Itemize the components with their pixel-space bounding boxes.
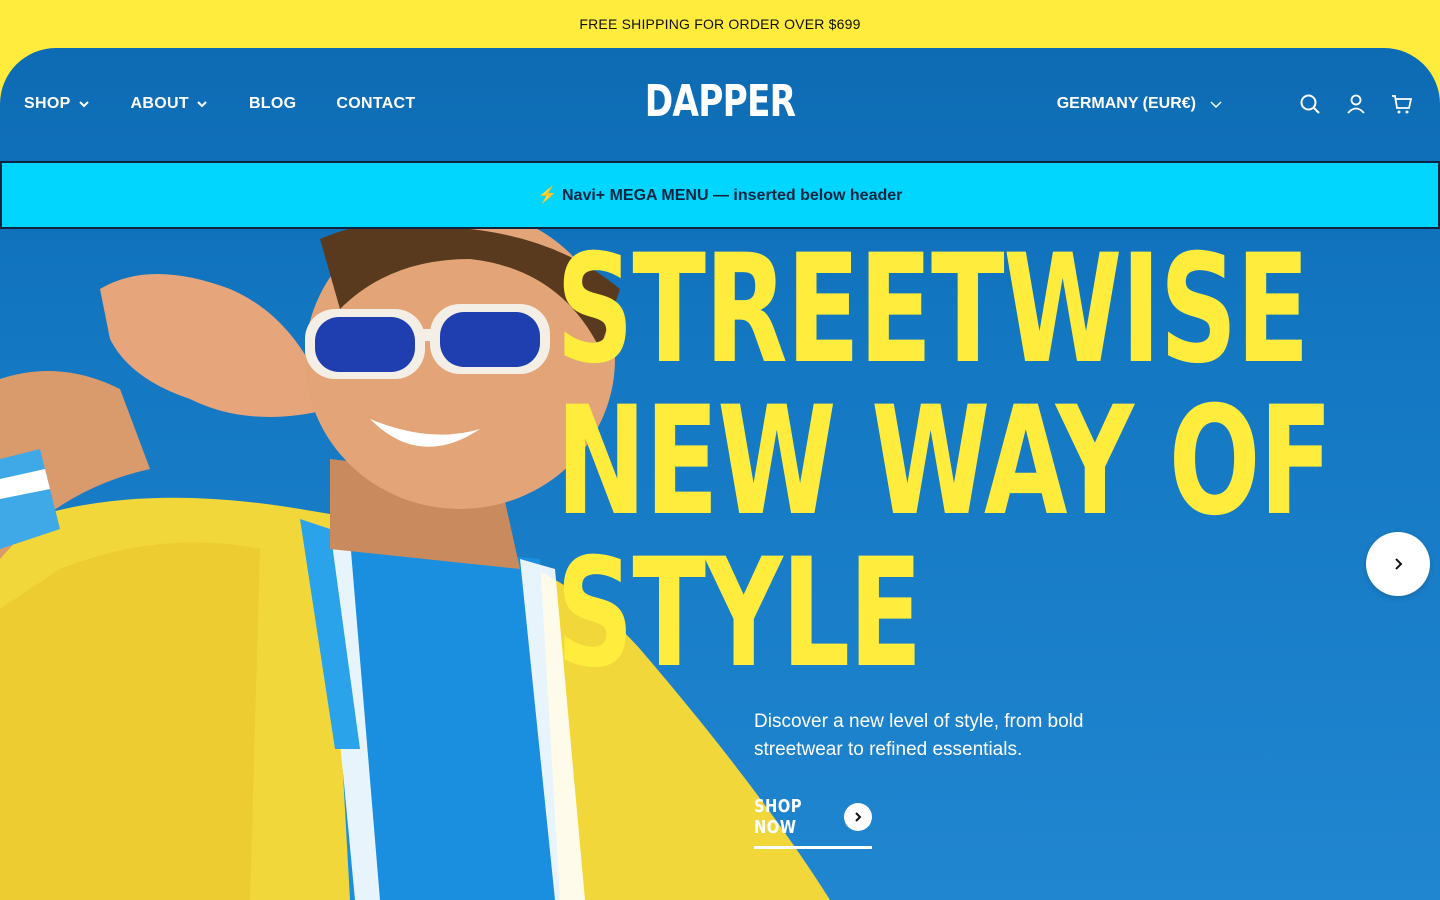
shop-now-label: SHOP NOW [754, 796, 802, 838]
hero-subtitle: Discover a new level of style, from bold… [754, 711, 1084, 760]
mega-menu-text: ⚡ Navi+ MEGA MENU — inserted below heade… [537, 187, 903, 204]
locale-selector[interactable]: GERMANY (EUR€) [1057, 95, 1224, 113]
nav-about[interactable]: ABOUT [131, 95, 209, 113]
cart-icon[interactable] [1390, 92, 1414, 116]
search-icon[interactable] [1298, 92, 1322, 116]
chevron-down-icon [1208, 96, 1224, 112]
mega-menu-bar[interactable]: ⚡ Navi+ MEGA MENU — inserted below heade… [0, 161, 1440, 229]
hero-section: SHOP ABOUT BLOG CONTACT DAPPER GERMANY (… [0, 48, 1440, 900]
carousel-next-button[interactable] [1366, 532, 1430, 596]
account-icon[interactable] [1344, 92, 1368, 116]
site-logo[interactable]: DAPPER [645, 78, 796, 126]
chevron-down-icon [195, 97, 209, 111]
chevron-right-icon [1391, 557, 1405, 571]
shop-now-button[interactable]: SHOP NOW [754, 796, 872, 849]
hero-headline: STREETWISE NEW WAY OF STYLE [556, 223, 1333, 701]
announcement-bar: FREE SHIPPING FOR ORDER OVER $699 [0, 0, 1440, 48]
headline-line-2: NEW WAY OF [556, 375, 1333, 549]
nav-about-label: ABOUT [130, 95, 189, 112]
headline-line-3: STYLE [556, 527, 923, 701]
nav-contact[interactable]: CONTACT [336, 95, 415, 113]
announcement-text: FREE SHIPPING FOR ORDER OVER $699 [579, 16, 861, 32]
nav-shop[interactable]: SHOP [24, 95, 91, 113]
header-tools: GERMANY (EUR€) [1057, 48, 1414, 160]
locale-label: GERMANY (EUR€) [1056, 95, 1196, 112]
nav-blog-label: BLOG [248, 95, 297, 112]
headline-line-1: STREETWISE [556, 223, 1310, 397]
nav-blog[interactable]: BLOG [249, 95, 296, 113]
main-nav: SHOP ABOUT BLOG CONTACT [24, 95, 455, 113]
chevron-down-icon [77, 97, 91, 111]
nav-shop-label: SHOP [24, 95, 71, 112]
chevron-right-icon [844, 803, 872, 831]
nav-contact-label: CONTACT [336, 95, 416, 112]
site-header: SHOP ABOUT BLOG CONTACT DAPPER GERMANY (… [0, 48, 1440, 160]
